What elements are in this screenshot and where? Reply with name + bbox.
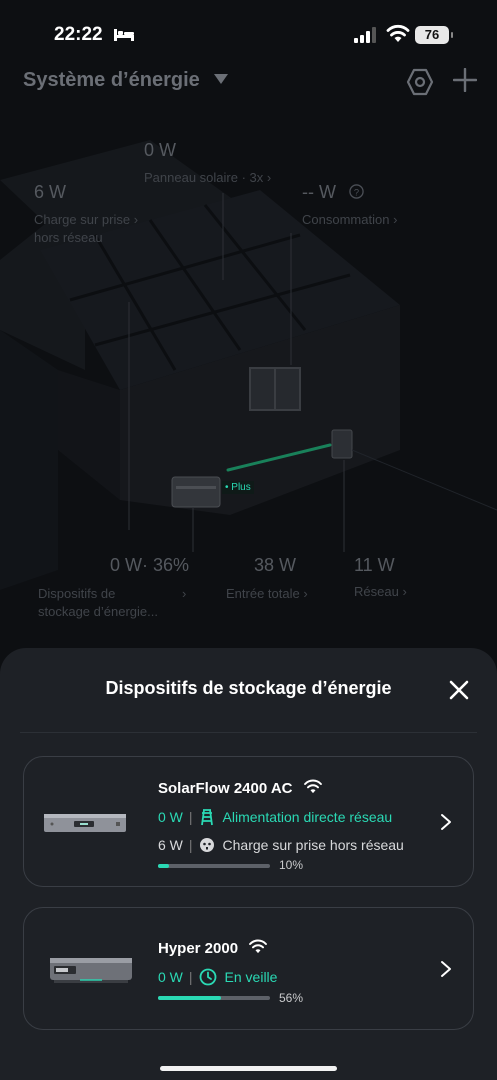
storage-label-1: Dispositifs de [38, 586, 116, 601]
consumption-label: Consommation [302, 212, 390, 227]
storage-devices-sheet: Dispositifs de stockage d’énergie SolarF… [0, 648, 497, 1080]
bed-icon [114, 29, 134, 41]
battery-indicator: 76 [415, 26, 453, 44]
battery-bar [158, 996, 270, 1000]
device-power-1: 0 W [158, 809, 183, 825]
solar-metric[interactable]: 0 W Panneau solaire · 3x › [144, 140, 271, 187]
home-indicator[interactable] [160, 1066, 337, 1071]
device-mode-2: Charge sur prise hors réseau [222, 837, 404, 853]
device-mode-1: En veille [224, 969, 278, 985]
total-input-label: Entrée totale [226, 586, 300, 601]
offgrid-charge-value: 6 W [34, 182, 67, 202]
solar-label: Panneau solaire · 3x [144, 170, 264, 185]
chevron-right-icon: › [182, 586, 187, 601]
consumption-value: -- W [302, 182, 336, 202]
wifi-icon [249, 939, 268, 954]
offgrid-charge-metric[interactable]: 6 W Charge sur prise › hors réseau [34, 182, 138, 247]
grid-label: Réseau [354, 584, 399, 599]
device-name: SolarFlow 2400 AC [158, 780, 293, 797]
chevron-right-icon: › [393, 212, 398, 227]
grid-metric[interactable]: 11 W Réseau › [354, 555, 407, 601]
device-power-2: 6 W [158, 837, 183, 853]
wifi-icon [386, 24, 410, 42]
close-icon[interactable] [448, 679, 470, 701]
total-input-metric[interactable]: 38 W [254, 555, 296, 576]
chevron-right-icon: › [266, 170, 272, 185]
battery-percent: 56% [279, 991, 304, 1005]
divider [20, 732, 477, 733]
total-input-value: 38 W [254, 555, 297, 575]
storage-label[interactable]: Dispositifs de stockage d’énergie... › [38, 580, 198, 621]
sheet-title: Dispositifs de stockage d’énergie [105, 678, 392, 698]
storage-value: 0 W· 36% [110, 555, 190, 575]
storage-metric[interactable]: 0 W· 36% [110, 555, 189, 576]
status-bar: 22:22 76 [0, 0, 497, 60]
storage-label-2: stockage d’énergie... [38, 604, 158, 619]
grid-tower-icon [200, 809, 213, 826]
chevron-right-icon: › [133, 212, 139, 227]
battery-bar-fill [158, 996, 221, 1000]
clock-icon [199, 968, 216, 986]
socket-icon [199, 838, 214, 852]
battery-bar [158, 864, 270, 868]
add-icon[interactable] [453, 68, 477, 92]
device-card-hyper[interactable]: Hyper 2000 0 W | En veille 56% [23, 907, 474, 1030]
device-card-solarflow[interactable]: SolarFlow 2400 AC 0 W | Alimentation dir… [23, 756, 474, 887]
device-mode-1: Alimentation directe réseau [222, 809, 393, 825]
plus-tag: • Plus [222, 481, 254, 494]
battery-percent: 10% [279, 858, 304, 872]
solarflow-device-image [44, 814, 126, 832]
signal-icon [354, 27, 376, 43]
wifi-icon [303, 779, 322, 794]
grid-value: 11 W [354, 555, 395, 575]
chevron-right-icon[interactable] [440, 960, 452, 978]
battery-bar-fill [158, 864, 170, 868]
offgrid-charge-label-2: hors réseau [34, 230, 103, 245]
chevron-right-icon[interactable] [440, 813, 452, 831]
device-power-1: 0 W [158, 969, 183, 985]
chevron-right-icon: › [303, 586, 308, 601]
svg-text:?: ? [354, 187, 359, 197]
offgrid-charge-label: Charge sur prise [34, 212, 131, 227]
dropdown-arrow-icon[interactable] [214, 74, 228, 84]
chevron-right-icon: › [402, 584, 407, 599]
solar-value: 0 W [144, 140, 177, 160]
hyper-device-image [50, 958, 132, 983]
status-time: 22:22 [54, 24, 103, 45]
settings-hexagon-icon[interactable] [406, 68, 434, 96]
consumption-metric[interactable]: -- W ? Consommation › [302, 182, 397, 229]
system-selector[interactable]: Système d’énergie [23, 69, 200, 92]
device-name: Hyper 2000 [158, 940, 239, 957]
help-icon[interactable]: ? [349, 184, 364, 199]
total-input-label-wrap[interactable]: Entrée totale › [226, 580, 308, 603]
